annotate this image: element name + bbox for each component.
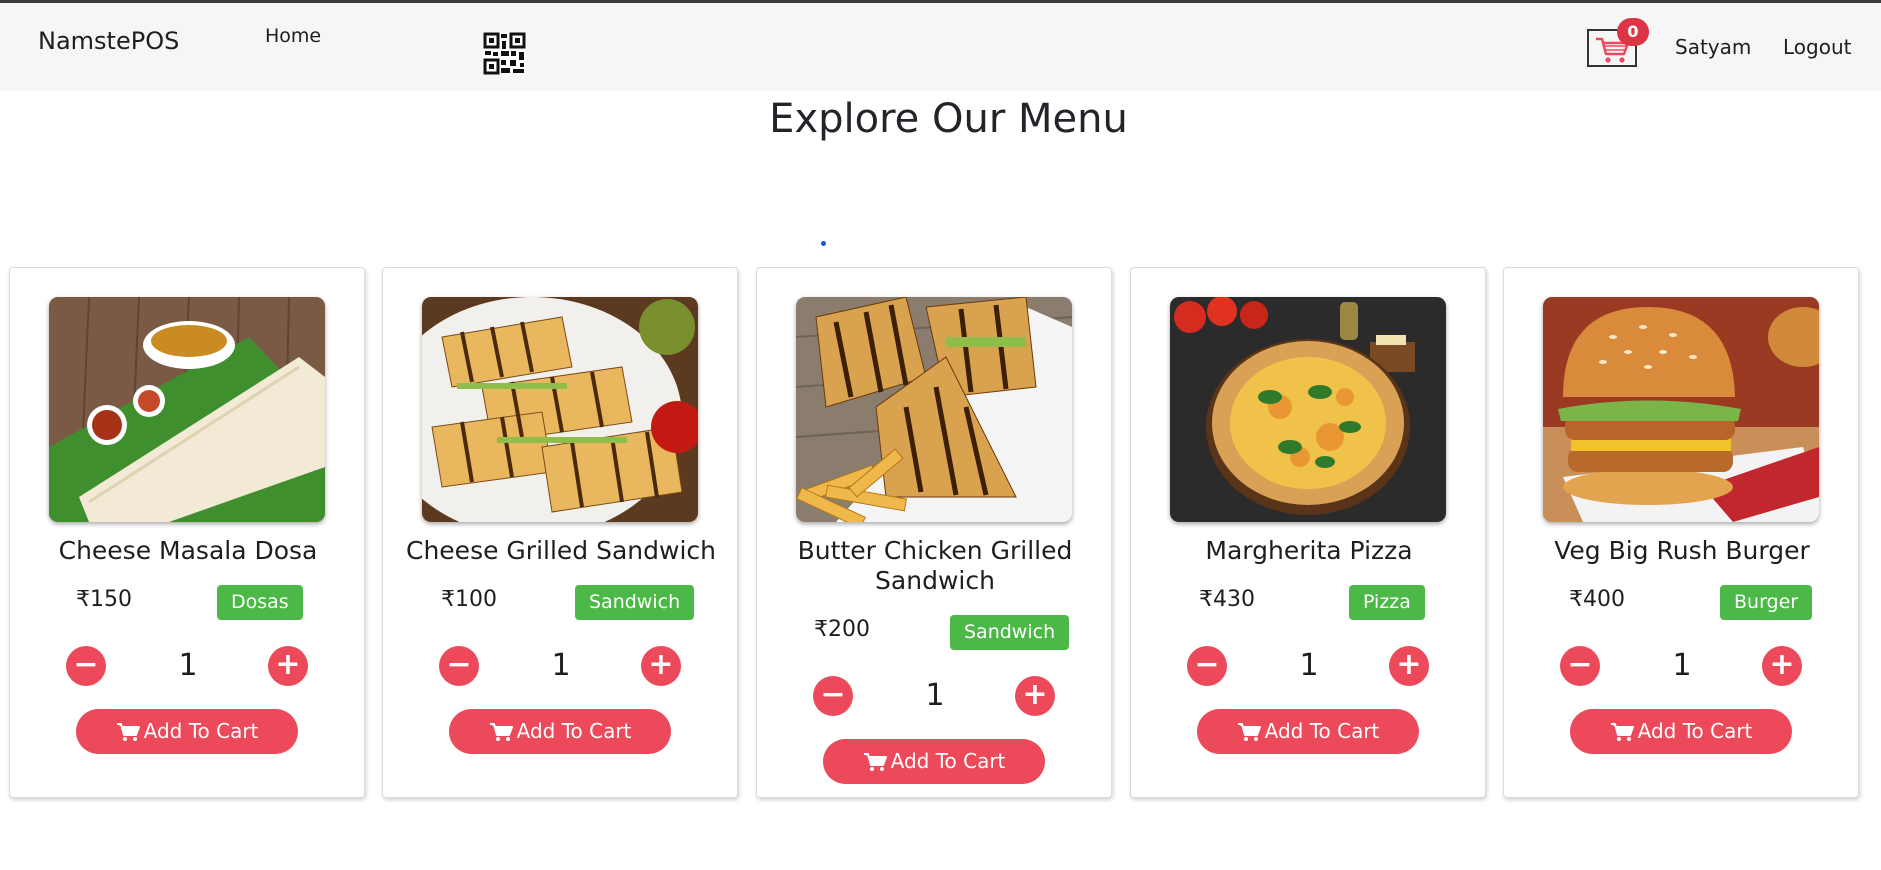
logout-link[interactable]: Logout <box>1783 35 1851 59</box>
brand-logo[interactable]: NamstePOS <box>38 27 179 55</box>
category-badge: Sandwich <box>575 585 695 620</box>
menu-card: Veg Big Rush Burger ₹400 Burger − 1 + Ad… <box>1503 267 1859 798</box>
menu-card: Cheese Masala Dosa ₹150 Dosas − 1 + Add … <box>9 267 365 798</box>
decrease-quantity-button[interactable]: − <box>439 646 479 686</box>
add-to-cart-button[interactable]: Add To Cart <box>1197 709 1419 754</box>
quantity-stepper: − 1 + <box>10 646 366 686</box>
add-to-cart-label: Add To Cart <box>890 749 1006 773</box>
add-to-cart-label: Add To Cart <box>516 719 632 743</box>
decrease-quantity-button[interactable]: − <box>66 646 106 686</box>
grilled-sandwich-image <box>422 297 698 522</box>
loading-dot <box>821 241 826 246</box>
category-badge: Pizza <box>1349 585 1425 620</box>
quantity-stepper: − 1 + <box>1504 646 1860 686</box>
navbar: NamstePOS Home 0 Satyam Logout <box>0 3 1881 91</box>
category-badge: Burger <box>1720 585 1813 620</box>
decrease-quantity-button[interactable]: − <box>1560 646 1600 686</box>
increase-quantity-button[interactable]: + <box>1762 646 1802 686</box>
quantity-value: 1 <box>925 678 945 713</box>
quantity-stepper: − 1 + <box>383 646 739 686</box>
veg-burger-image <box>1543 297 1819 522</box>
increase-quantity-button[interactable]: + <box>268 646 308 686</box>
item-price: ₹400 <box>1569 587 1625 612</box>
quantity-value: 1 <box>551 648 571 683</box>
item-price: ₹430 <box>1199 587 1255 612</box>
item-price: ₹200 <box>814 617 870 642</box>
chicken-sandwich-image <box>796 297 1072 522</box>
masala-dosa-image <box>49 297 325 522</box>
item-name: Cheese Masala Dosa <box>58 536 318 565</box>
decrease-quantity-button[interactable]: − <box>813 676 853 716</box>
item-price: ₹100 <box>441 587 497 612</box>
category-badge: Dosas <box>217 585 303 620</box>
quantity-value: 1 <box>178 648 198 683</box>
margherita-pizza-image <box>1170 297 1446 522</box>
add-to-cart-button[interactable]: Add To Cart <box>76 709 298 754</box>
menu-card-list: Cheese Masala Dosa ₹150 Dosas − 1 + Add … <box>9 267 1862 799</box>
quantity-stepper: − 1 + <box>757 676 1113 716</box>
quantity-value: 1 <box>1672 648 1692 683</box>
cart-icon <box>1237 713 1261 758</box>
cart-icon <box>863 743 887 788</box>
qr-code-icon[interactable] <box>483 32 526 75</box>
page-title: Explore Our Menu <box>769 96 1128 142</box>
cart-icon <box>1610 713 1634 758</box>
cart-icon <box>489 713 513 758</box>
add-to-cart-button[interactable]: Add To Cart <box>1570 709 1792 754</box>
quantity-stepper: − 1 + <box>1131 646 1487 686</box>
menu-card: Margherita Pizza ₹430 Pizza − 1 + Add To… <box>1130 267 1486 798</box>
quantity-value: 1 <box>1299 648 1319 683</box>
menu-card: Butter Chicken Grilled Sandwich ₹200 San… <box>756 267 1112 798</box>
increase-quantity-button[interactable]: + <box>1389 646 1429 686</box>
increase-quantity-button[interactable]: + <box>641 646 681 686</box>
decrease-quantity-button[interactable]: − <box>1187 646 1227 686</box>
add-to-cart-button[interactable]: Add To Cart <box>823 739 1045 784</box>
item-name: Veg Big Rush Burger <box>1554 536 1810 565</box>
menu-card: Cheese Grilled Sandwich ₹100 Sandwich − … <box>382 267 738 798</box>
nav-home-link[interactable]: Home <box>265 25 321 47</box>
cart-icon <box>116 713 140 758</box>
item-name: Butter Chicken Grilled Sandwich <box>797 536 1073 595</box>
user-name-link[interactable]: Satyam <box>1675 35 1751 59</box>
add-to-cart-label: Add To Cart <box>1637 719 1753 743</box>
item-name: Cheese Grilled Sandwich <box>406 536 716 565</box>
add-to-cart-label: Add To Cart <box>143 719 259 743</box>
cart-count-badge: 0 <box>1617 18 1649 46</box>
increase-quantity-button[interactable]: + <box>1015 676 1055 716</box>
add-to-cart-button[interactable]: Add To Cart <box>449 709 671 754</box>
category-badge: Sandwich <box>950 615 1070 650</box>
add-to-cart-label: Add To Cart <box>1264 719 1380 743</box>
item-name: Margherita Pizza <box>1205 536 1413 565</box>
item-price: ₹150 <box>76 587 132 612</box>
